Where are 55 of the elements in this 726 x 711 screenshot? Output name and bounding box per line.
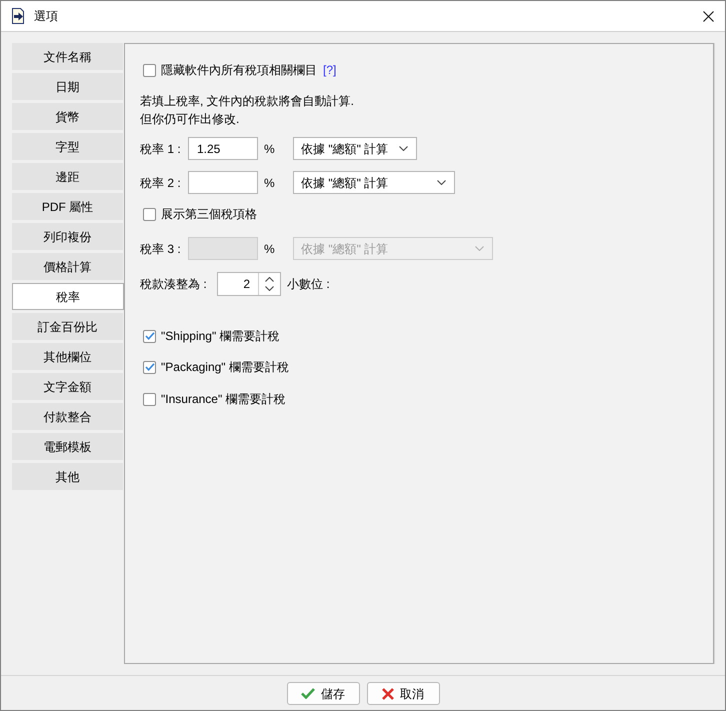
note-text: 但你仍可作出修改. — [140, 111, 240, 128]
sidebar-tab[interactable]: 文字金額 — [12, 373, 123, 400]
sidebar-tab[interactable]: 付款整合 — [12, 403, 123, 430]
basis-dropdown[interactable]: 依據 "總額" 計算 — [293, 171, 455, 194]
percent-label: % — [263, 174, 276, 192]
sidebar-tab[interactable]: 字型 — [12, 133, 123, 160]
sidebar-tab[interactable]: 日期 — [12, 73, 123, 100]
chevron-down-icon — [475, 246, 484, 251]
checkbox[interactable] — [143, 64, 156, 76]
document-arrow-icon — [10, 8, 26, 24]
number-spinner[interactable]: 2 — [217, 272, 281, 296]
save-button[interactable]: 儲存 — [286, 682, 360, 705]
cancel-button[interactable]: 取消 — [366, 682, 440, 705]
checkbox[interactable] — [143, 330, 156, 342]
sidebar-tab[interactable]: 稅率 — [12, 283, 124, 310]
rate-input[interactable] — [188, 171, 258, 194]
basis-dropdown[interactable]: 依據 "總額" 計算 — [293, 137, 417, 160]
rate-input[interactable]: 1.25 — [188, 137, 258, 160]
close-icon — [382, 688, 394, 700]
decimal-places-label: 小數位 : — [287, 276, 330, 293]
chevron-down-icon — [399, 146, 408, 151]
note-text: 若填上稅率, 文件內的稅款將會自動計算. — [140, 93, 354, 110]
rate-label: 稅率 2 : — [140, 174, 182, 192]
help-link[interactable]: [?] — [323, 61, 336, 79]
chevron-down-icon — [437, 180, 446, 185]
checkbox-label: "Packaging" 欄需要計稅 — [161, 359, 289, 376]
rate-label: 稅率 3 : — [140, 240, 182, 258]
rounding-label: 稅款湊整為 : — [140, 276, 208, 293]
percent-label: % — [263, 240, 276, 258]
checkmark-icon — [301, 688, 315, 699]
sidebar-tab[interactable]: 其他 — [12, 463, 123, 490]
sidebar-tab[interactable]: 貨幣 — [12, 103, 123, 130]
sidebar-tab[interactable]: 其他欄位 — [12, 343, 123, 370]
checkbox[interactable] — [143, 208, 156, 220]
sidebar-tab[interactable]: 價格計算 — [12, 253, 123, 280]
checkbox-label: 展示第三個稅項格 — [161, 206, 257, 223]
sidebar-tab[interactable]: 邊距 — [12, 163, 123, 190]
checkbox-label: 隱藏軟件內所有稅項相關欄目 — [161, 62, 317, 79]
sidebar-tab[interactable]: 列印複份 — [12, 223, 123, 250]
checkbox-label: "Shipping" 欄需要計稅 — [161, 328, 280, 345]
chevron-up-icon[interactable] — [265, 277, 274, 282]
rate-label: 稅率 1 : — [140, 140, 182, 158]
checkmark-icon — [144, 363, 154, 371]
percent-label: % — [263, 140, 276, 158]
checkbox[interactable] — [143, 392, 156, 406]
sidebar-tab[interactable]: 電郵模板 — [12, 433, 123, 460]
checkbox-label: "Insurance" 欄需要計稅 — [161, 391, 286, 408]
sidebar-tab[interactable]: PDF 屬性 — [12, 193, 123, 220]
close-icon[interactable] — [703, 10, 714, 22]
window-title: 選項 — [34, 8, 58, 25]
checkmark-icon — [144, 332, 154, 340]
sidebar-tab[interactable]: 訂金百份比 — [12, 313, 123, 340]
sidebar-tab[interactable]: 文件名稱 — [12, 43, 123, 70]
checkbox[interactable] — [143, 360, 156, 374]
chevron-down-icon — [265, 286, 274, 291]
